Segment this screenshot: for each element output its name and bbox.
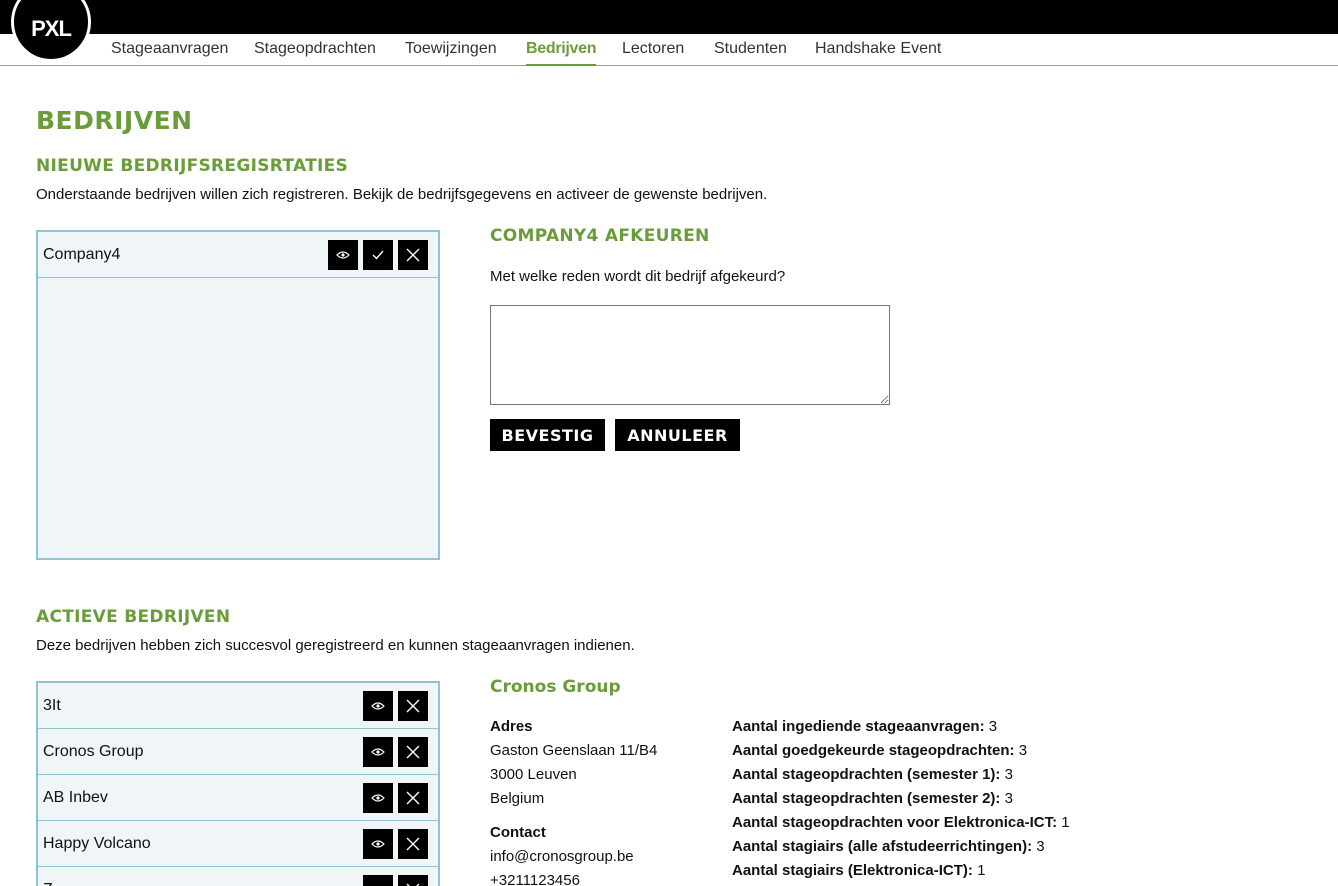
address-line: 3000 Leuven — [490, 766, 577, 783]
cancel-button[interactable]: ANNULEER — [615, 419, 740, 451]
active-companies-description: Deze bedrijven hebben zich succesvol ger… — [36, 637, 635, 654]
eye-icon — [371, 701, 385, 710]
list-item[interactable]: Happy Volcano — [38, 821, 438, 867]
main-nav: Stageaanvragen Stageopdrachten Toewijzin… — [0, 34, 1338, 66]
company-contact: Contact info@cronosgroup.be +3211123456 — [490, 821, 634, 886]
top-bar — [0, 0, 1338, 34]
page-title: BEDRIJVEN — [36, 106, 193, 135]
stat-row: Aantal stageopdrachten (semester 2): 3 — [732, 790, 1013, 807]
stat-row: Aantal stageopdrachten voor Elektronica-… — [732, 814, 1070, 831]
eye-icon — [371, 839, 385, 848]
nav-item-handshake-event[interactable]: Handshake Event — [815, 40, 941, 64]
stat-row: Aantal goedgekeurde stageopdrachten: 3 — [732, 742, 1028, 759]
stat-row: Aantal stagiairs (alle afstudeerrichting… — [732, 838, 1045, 855]
address-label: Adres — [490, 718, 533, 735]
active-companies-heading: ACTIEVE BEDRIJVEN — [36, 607, 231, 627]
nav-item-bedrijven[interactable]: Bedrijven — [526, 40, 597, 66]
company-name: Company4 — [43, 245, 121, 263]
reject-button[interactable] — [398, 239, 428, 270]
contact-phone: +3211123456 — [490, 872, 580, 886]
company-name: 3It — [43, 696, 61, 714]
address-line: Gaston Geenslaan 11/B4 — [490, 742, 658, 759]
address-line: Belgium — [490, 790, 545, 807]
list-item[interactable]: Z — [38, 867, 438, 886]
eye-icon — [371, 793, 385, 802]
stat-row: Aantal ingediende stageaanvragen: 3 — [732, 718, 998, 735]
remove-button[interactable] — [398, 736, 428, 767]
company-detail-title: Cronos Group — [490, 677, 621, 697]
list-item[interactable]: Company4 — [38, 232, 438, 278]
new-registrations-heading: NIEUWE BEDRIJFSREGISRTATIES — [36, 156, 349, 176]
new-registrations-list: Company4 — [36, 230, 440, 560]
close-icon — [406, 248, 420, 261]
reject-reason-input[interactable] — [490, 305, 890, 405]
confirm-button[interactable]: BEVESTIG — [490, 419, 605, 451]
new-registrations-description: Onderstaande bedrijven willen zich regis… — [36, 186, 768, 203]
eye-icon — [371, 747, 385, 756]
view-button[interactable] — [363, 782, 393, 813]
stat-row: Aantal stageopdrachten (semester 1): 3 — [732, 766, 1013, 783]
view-button[interactable] — [363, 828, 393, 859]
approve-button[interactable] — [363, 239, 393, 270]
remove-button[interactable] — [398, 782, 428, 813]
nav-item-stageopdrachten[interactable]: Stageopdrachten — [254, 40, 376, 64]
close-icon — [406, 791, 420, 804]
reject-heading: COMPANY4 AFKEUREN — [490, 226, 710, 246]
remove-button[interactable] — [398, 874, 428, 886]
contact-label: Contact — [490, 824, 546, 841]
reject-question: Met welke reden wordt dit bedrijf afgeke… — [490, 268, 786, 285]
close-icon — [406, 745, 420, 758]
list-item[interactable]: Cronos Group — [38, 729, 438, 775]
eye-icon — [336, 250, 350, 259]
list-item[interactable]: AB Inbev — [38, 775, 438, 821]
company-name: AB Inbev — [43, 788, 108, 806]
list-item[interactable]: 3It — [38, 683, 438, 729]
view-button[interactable] — [363, 736, 393, 767]
remove-button[interactable] — [398, 690, 428, 721]
company-address: Adres Gaston Geenslaan 11/B4 3000 Leuven… — [490, 715, 657, 811]
check-icon — [372, 250, 384, 260]
nav-item-toewijzingen[interactable]: Toewijzingen — [405, 40, 497, 64]
company-name: Happy Volcano — [43, 834, 151, 852]
view-button[interactable] — [363, 690, 393, 721]
view-button[interactable] — [328, 239, 358, 270]
company-name: Cronos Group — [43, 742, 144, 760]
close-icon — [406, 837, 420, 850]
company-stats: Aantal ingediende stageaanvragen: 3 Aant… — [732, 715, 1070, 883]
view-button[interactable] — [363, 874, 393, 886]
close-icon — [406, 883, 420, 886]
company-name: Z — [43, 881, 363, 886]
nav-item-lectoren[interactable]: Lectoren — [622, 40, 684, 64]
active-companies-list: 3It Cronos Group AB Inbev Happy Volcano … — [36, 681, 440, 886]
nav-item-studenten[interactable]: Studenten — [714, 40, 787, 64]
close-icon — [406, 699, 420, 712]
nav-item-stageaanvragen[interactable]: Stageaanvragen — [111, 40, 228, 64]
remove-button[interactable] — [398, 828, 428, 859]
contact-email[interactable]: info@cronosgroup.be — [490, 845, 634, 869]
stat-row: Aantal stagiairs (Elektronica-ICT): 1 — [732, 862, 986, 879]
